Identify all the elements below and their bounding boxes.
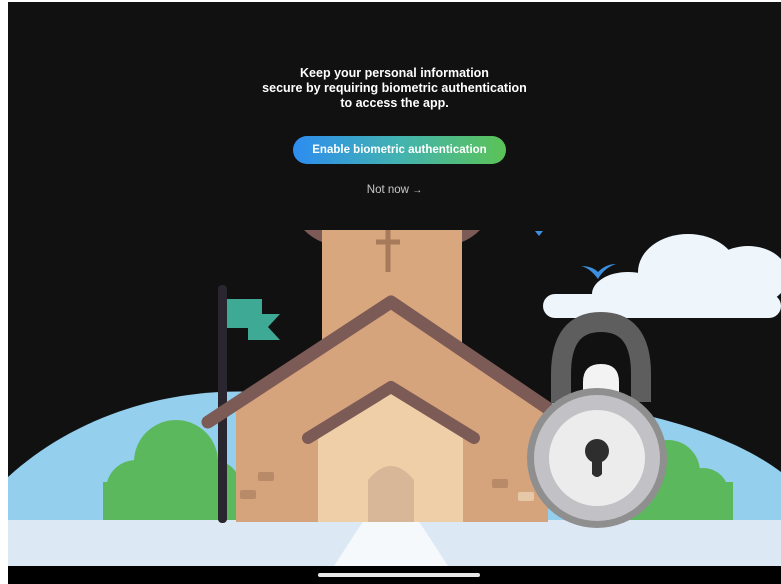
cloud-icon bbox=[543, 234, 781, 318]
not-now-link[interactable]: Not now → bbox=[8, 184, 781, 196]
not-now-label: Not now bbox=[366, 184, 409, 196]
arrow-right-icon: → bbox=[412, 185, 423, 196]
message-line: to access the app. bbox=[340, 96, 449, 110]
small-bird-icon bbox=[535, 231, 543, 236]
app-screen: Keep your personal information secure by… bbox=[8, 2, 781, 584]
message-line: secure by requiring biometric authentica… bbox=[262, 81, 527, 95]
padlock-icon bbox=[527, 311, 667, 528]
home-indicator[interactable] bbox=[318, 573, 480, 577]
message-line: Keep your personal information bbox=[300, 66, 489, 80]
enable-biometric-button[interactable]: Enable biometric authentication bbox=[293, 136, 506, 164]
